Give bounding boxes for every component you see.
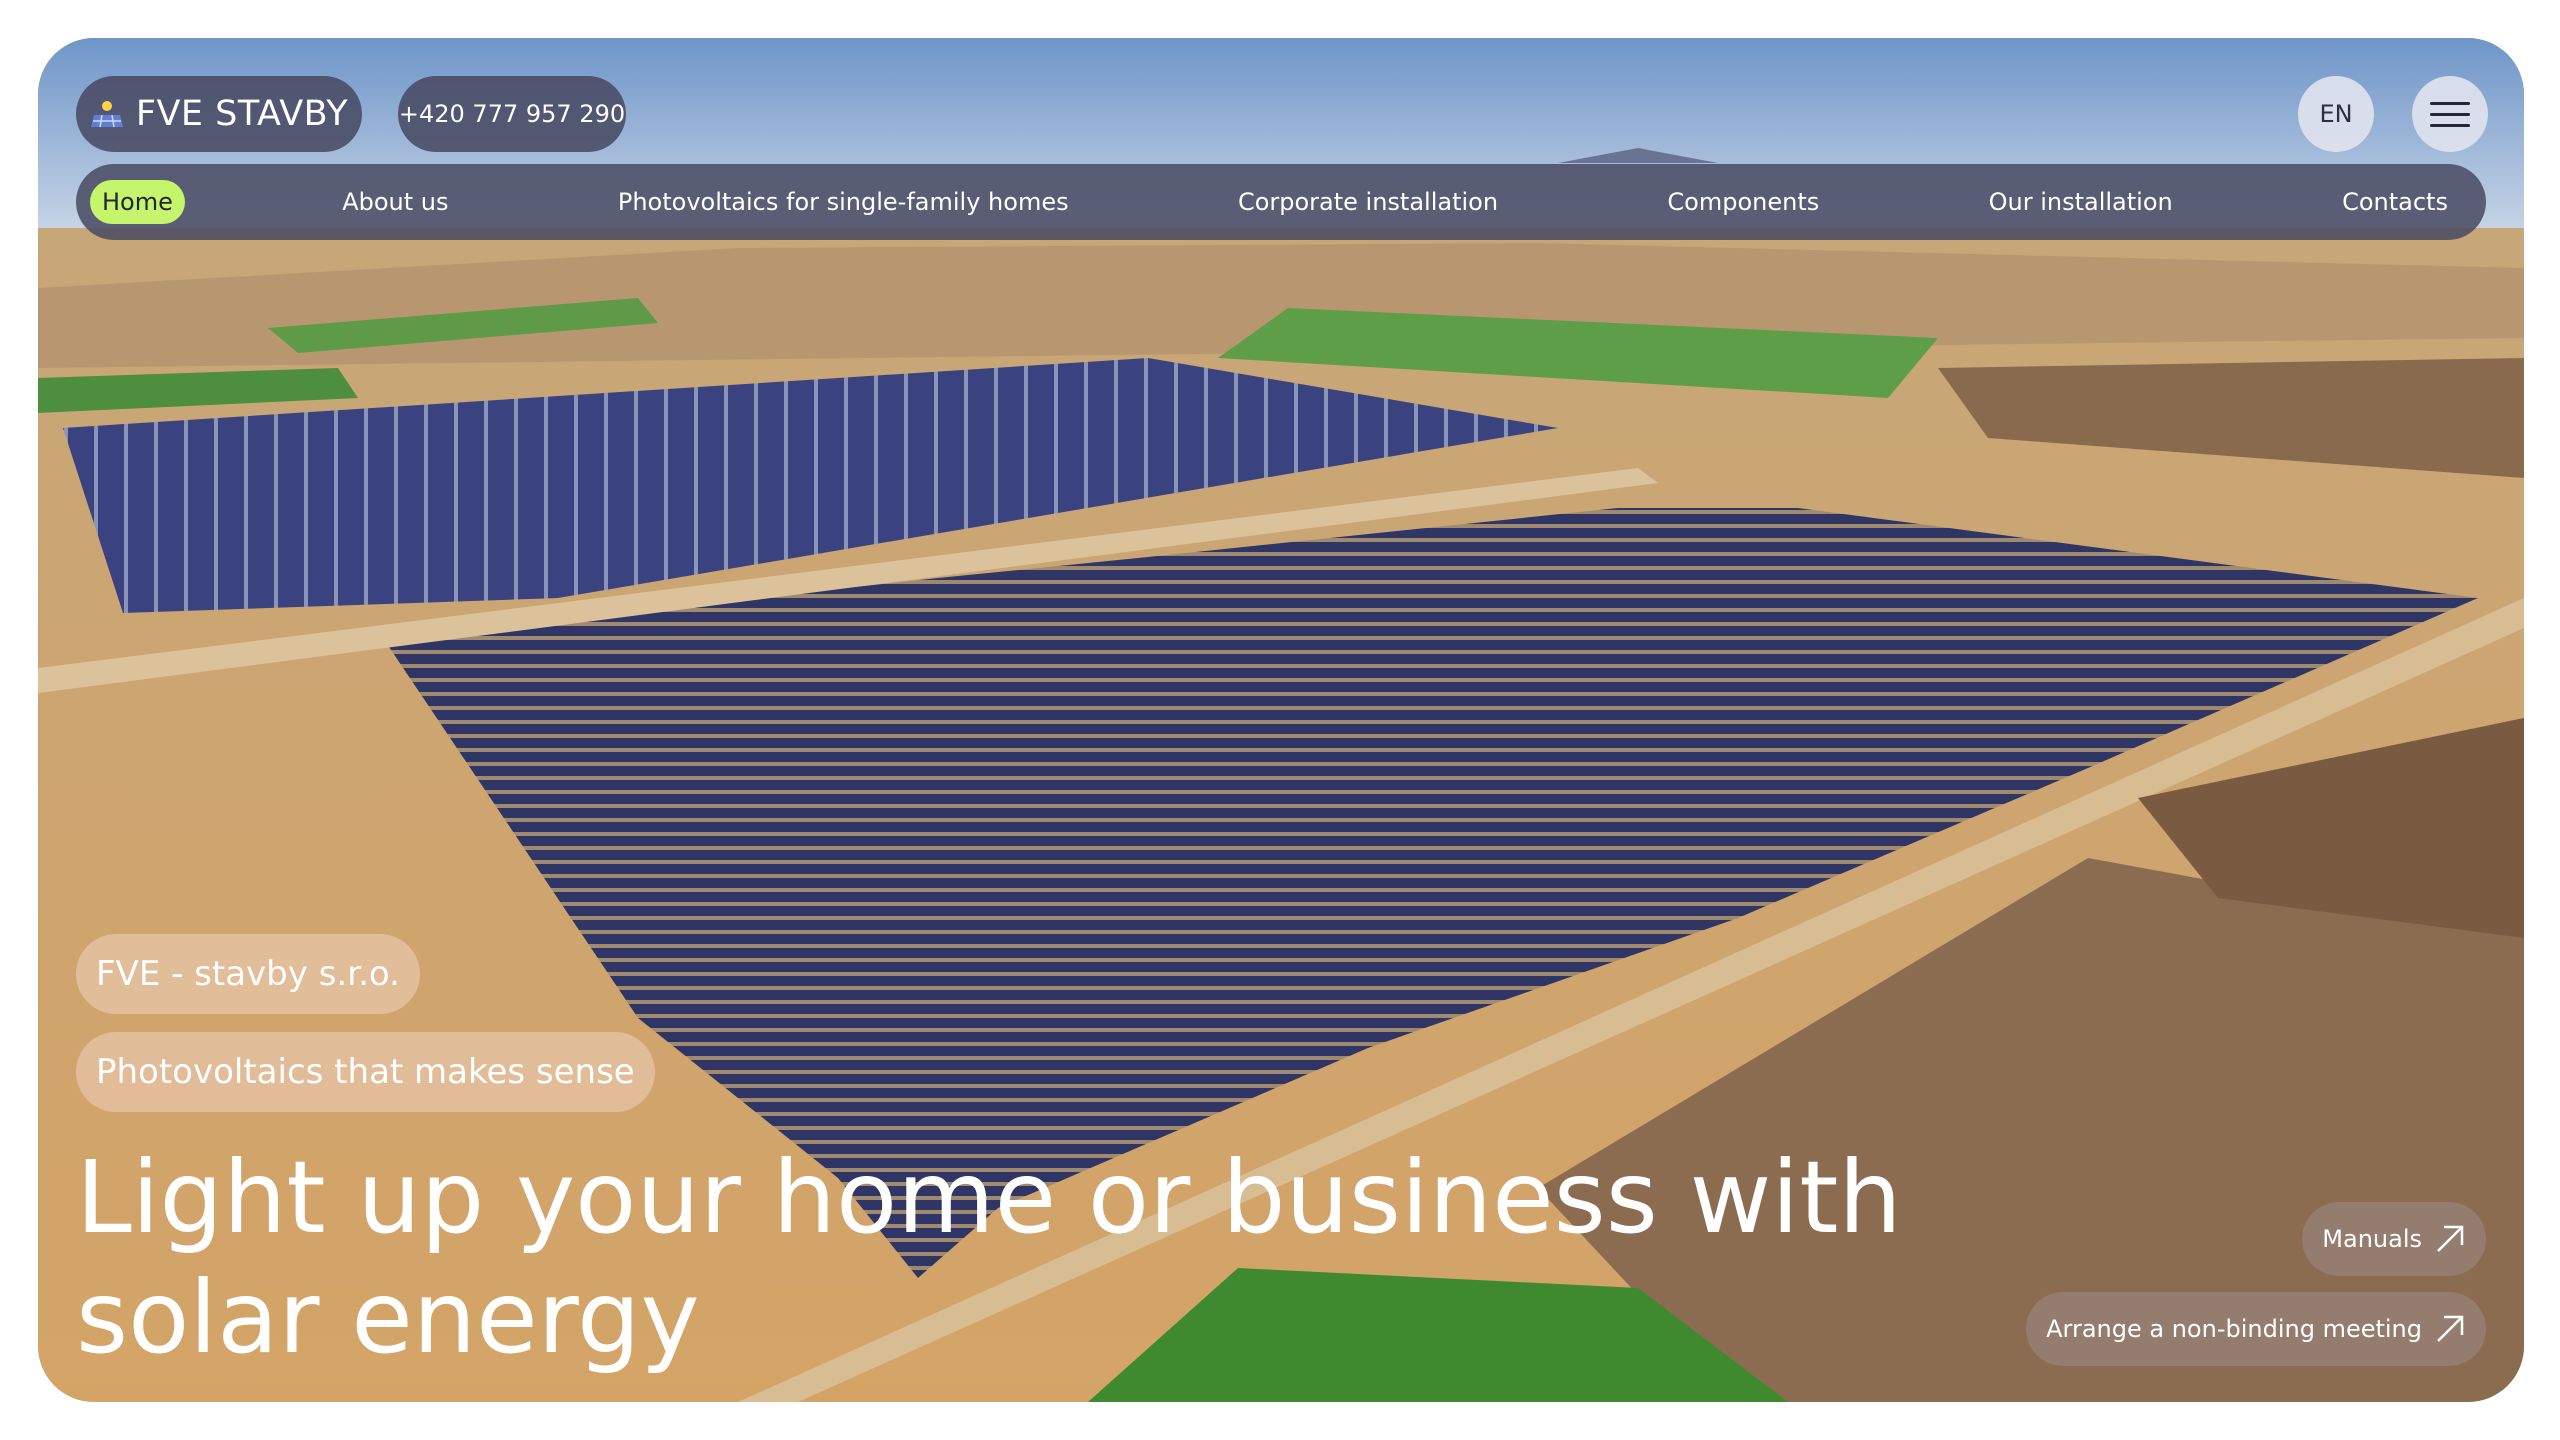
phone-link[interactable]: +420 777 957 290 [398,76,626,152]
solar-panel-icon [90,101,123,128]
logo-text: FVE STAVBY [135,94,349,134]
nav-item-corporate-installation[interactable]: Corporate installation [1226,180,1510,224]
nav-item-contacts[interactable]: Contacts [2330,180,2460,224]
main-navigation: Home About us Photovoltaics for single-f… [76,164,2486,240]
nav-item-photovoltaics-homes[interactable]: Photovoltaics for single-family homes [606,180,1081,224]
arrange-meeting-label: Arrange a non-binding meeting [2046,1315,2422,1343]
nav-item-our-installation[interactable]: Our installation [1977,180,2185,224]
logo[interactable]: FVE STAVBY [76,76,362,152]
menu-button[interactable] [2412,76,2488,152]
manuals-button[interactable]: Manuals [2302,1202,2486,1276]
hero-headline: Light up your home or business with sola… [76,1139,1902,1376]
arrow-up-right-icon [2437,1225,2464,1252]
company-tag: FVE - stavby s.r.o. [76,934,420,1014]
hamburger-menu-icon [2430,101,2470,105]
nav-item-home[interactable]: Home [90,180,185,224]
hero-section: FVE STAVBY +420 777 957 290 EN Home Abou… [38,38,2524,1402]
arrange-meeting-button[interactable]: Arrange a non-binding meeting [2026,1292,2486,1366]
arrow-up-right-icon [2437,1315,2464,1342]
nav-item-about-us[interactable]: About us [330,180,460,224]
manuals-label: Manuals [2322,1225,2422,1253]
slogan-tag: Photovoltaics that makes sense [76,1032,655,1112]
nav-item-components[interactable]: Components [1655,180,1831,224]
language-switcher[interactable]: EN [2298,76,2374,152]
